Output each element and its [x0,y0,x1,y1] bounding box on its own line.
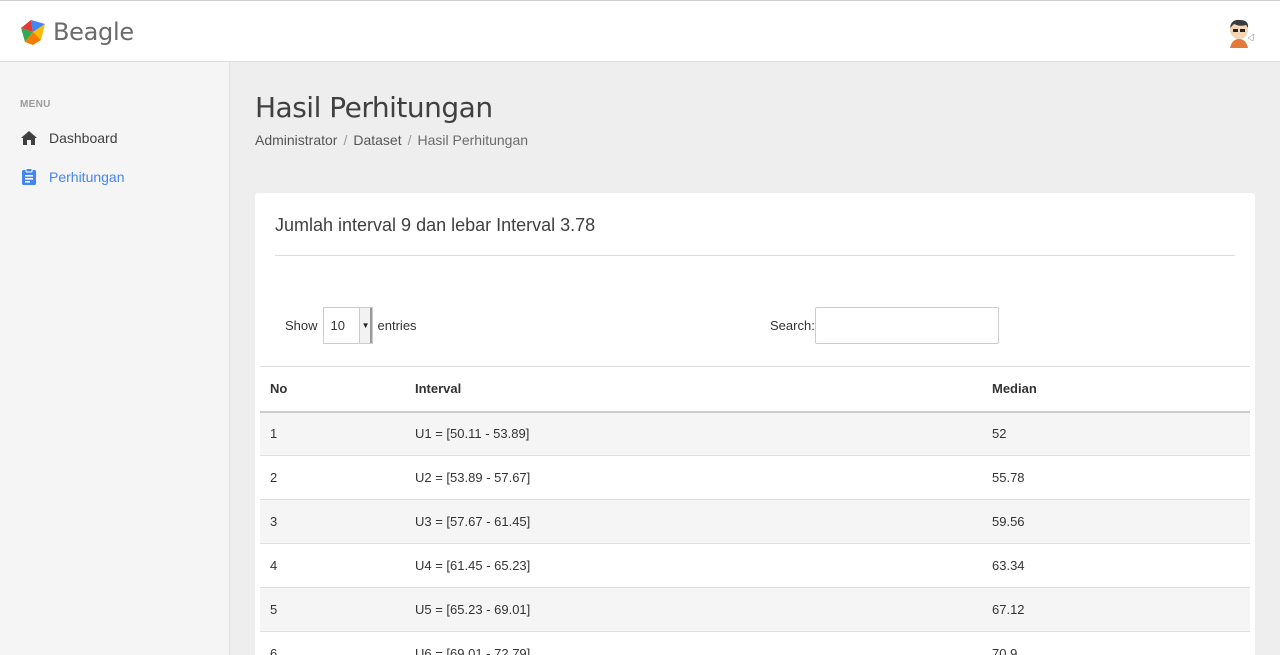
cell-median: 70.9 [982,631,1250,655]
cell-median: 67.12 [982,587,1250,632]
cell-interval: U4 = [61.45 - 65.23] [405,543,982,588]
entries-length-control: Show 10 ▼ entries [285,307,417,344]
table-row: 6 U6 = [69.01 - 72.79] 70.9 [260,631,1250,655]
column-header-no[interactable]: No [260,366,405,413]
cell-no: 1 [260,411,405,456]
card-title: Jumlah interval 9 dan lebar Interval 3.7… [275,215,596,235]
table-row: 4 U4 = [61.45 - 65.23] 63.34 [260,543,1250,588]
result-card: Jumlah interval 9 dan lebar Interval 3.7… [255,193,1255,655]
search-label: Search: [770,318,815,333]
cell-no: 4 [260,543,405,588]
divider [275,255,1235,256]
cell-interval: U1 = [50.11 - 53.89] [405,411,982,456]
page-title: Hasil Perhitungan [255,91,493,124]
cell-interval: U2 = [53.89 - 57.67] [405,455,982,500]
breadcrumb-item-dataset[interactable]: Dataset [353,132,401,148]
clipboard-icon [22,168,36,185]
entries-select[interactable]: 10 ▼ [322,307,373,344]
cell-median: 59.56 [982,499,1250,544]
table-row: 2 U2 = [53.89 - 57.67] 55.78 [260,455,1250,500]
entries-label: entries [377,318,417,333]
cell-interval: U5 = [65.23 - 69.01] [405,587,982,632]
top-header: Beagle [0,0,1280,62]
sidebar-item-dashboard[interactable]: Dashboard [20,130,118,146]
table-header-row: No Interval Median [260,366,1250,413]
cell-interval: U3 = [57.67 - 61.45] [405,499,982,544]
table-row: 5 U5 = [65.23 - 69.01] 67.12 [260,587,1250,632]
cell-interval: U6 = [69.01 - 72.79] [405,631,982,655]
beagle-logo-icon [21,20,45,45]
brand-logo[interactable]: Beagle [19,17,134,47]
breadcrumb-separator: / [407,132,412,148]
search-input[interactable] [814,307,999,344]
breadcrumb-item-current: Hasil Perhitungan [417,132,529,148]
table-row: 1 U1 = [50.11 - 53.89] 52 [260,411,1250,456]
user-avatar-icon [1230,19,1255,48]
cell-no: 5 [260,587,405,632]
cell-median: 52 [982,411,1250,456]
cell-median: 55.78 [982,455,1250,500]
column-header-median[interactable]: Median [982,366,1250,413]
cell-median: 63.34 [982,543,1250,588]
cell-no: 6 [260,631,405,655]
entries-select-value: 10 [330,318,345,333]
avatar[interactable] [1224,16,1256,48]
sidebar-item-perhitungan[interactable]: Perhitungan [20,168,125,186]
menu-label: MENU [20,99,51,110]
table-search: Search: [770,307,999,344]
brand-name: Beagle [53,18,134,46]
show-label: Show [285,318,318,333]
chevron-down-icon: ▼ [358,308,372,343]
breadcrumb-item-administrator[interactable]: Administrator [255,132,337,148]
sidebar: MENU Dashboard Perhitungan [0,62,230,655]
table-row: 3 U3 = [57.67 - 61.45] 59.56 [260,499,1250,544]
main-content: Hasil Perhitungan Administrator / Dataset /… [230,62,1280,655]
sidebar-item-label: Perhitungan [49,169,125,185]
breadcrumb: Administrator / Dataset / Hasil Perhitungan [255,132,528,148]
cell-no: 2 [260,455,405,500]
sidebar-item-label: Dashboard [49,130,118,146]
column-header-interval[interactable]: Interval [405,366,982,413]
cell-no: 3 [260,499,405,544]
results-table: No Interval Median 1 U1 = [50.11 - 53.89… [260,366,1250,655]
breadcrumb-separator: / [343,132,348,148]
home-icon [21,131,37,145]
